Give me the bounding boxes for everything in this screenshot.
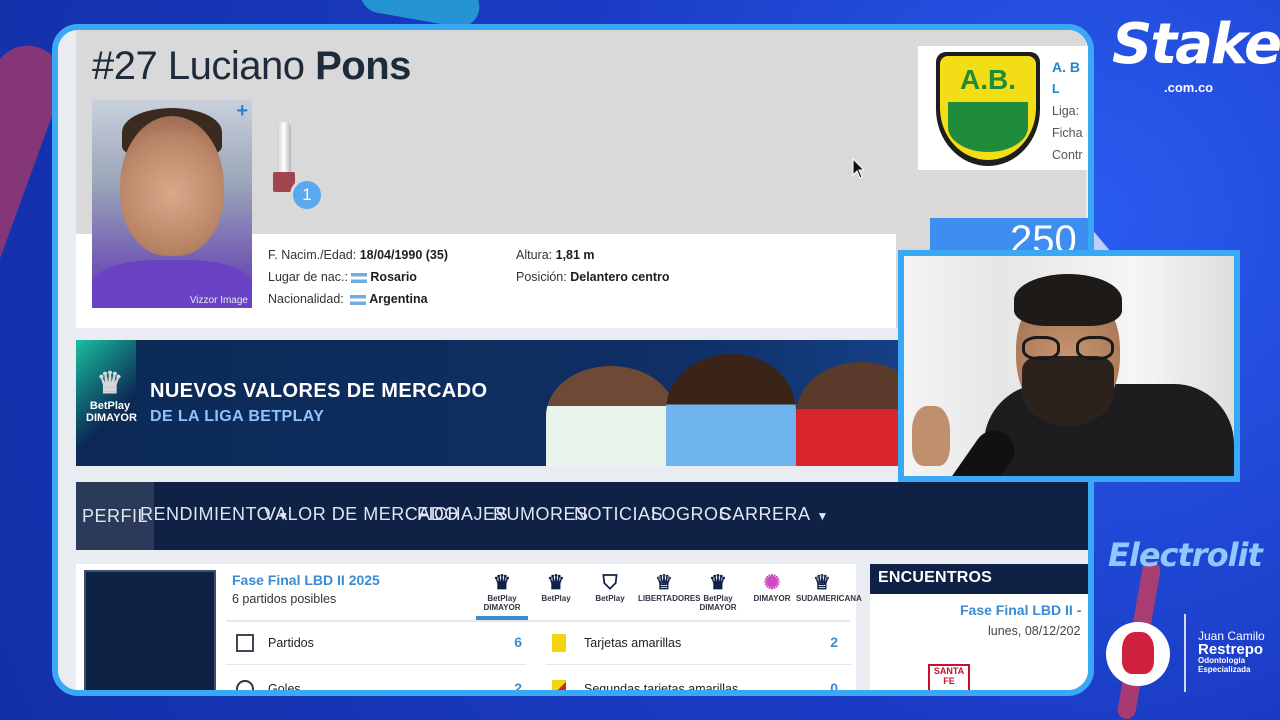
player-title: #27 Luciano Pons	[92, 44, 411, 89]
sponsor-juan-camilo-restrepo: Juan Camilo Restrepo Odontología Especia…	[1198, 629, 1265, 675]
dimayor-logo-icon: ✺	[763, 572, 781, 594]
club-card[interactable]: A.B. A. B L Liga: Ficha Contr	[918, 46, 1088, 170]
plus-icon[interactable]: +	[236, 100, 248, 123]
stat-partidos[interactable]: Partidos 6	[236, 634, 522, 656]
profile-navbar: PERFIL RENDIMIENTO ▼ VALOR DE MERCADO FIC…	[76, 482, 1088, 550]
argentina-flag-icon	[351, 272, 368, 283]
player-photo[interactable]: + Vizzor Image	[92, 100, 252, 308]
competition-tab[interactable]: ♛ BetPlay	[530, 572, 582, 603]
club-name[interactable]: A. B	[1052, 56, 1083, 78]
encuentros-card: ENCUENTROS Fase Final LBD II - lunes, 08…	[870, 564, 1088, 690]
liga-label: Liga:	[1052, 104, 1080, 118]
birthplace-label: Lugar de nac.:	[268, 270, 348, 284]
competition-tab[interactable]: ♛ BetPlay DIMAYOR	[476, 572, 528, 620]
betplay-logo-icon: ♛	[547, 572, 565, 594]
betplay-logo-icon: ♛	[493, 572, 511, 594]
ball-icon	[236, 680, 254, 690]
banner-players-image	[546, 354, 926, 466]
nationality-info: Nacionalidad: Argentina	[268, 292, 428, 306]
competition-tab[interactable]: ♕ LIBERTADORES	[638, 572, 701, 603]
stat-goles[interactable]: Goles 2	[236, 680, 522, 690]
tab-noticias[interactable]: NOTICIAS	[574, 504, 663, 525]
trophy-count-badge: 1	[290, 178, 324, 212]
betplay-logo: ♛ BetPlay DIMAYOR	[86, 367, 137, 425]
birthplace-info: Lugar de nac.: Rosario	[268, 270, 417, 284]
competition-title[interactable]: Fase Final LBD II 2025	[232, 572, 380, 588]
club-info: A. B L Liga: Ficha Contr	[1052, 56, 1083, 166]
stake-domain: .com.co	[1164, 80, 1214, 95]
competition-subtitle: 6 partidos posibles	[232, 592, 337, 606]
libertadores-trophy-icon: ♕	[655, 572, 673, 594]
pitch-icon	[236, 634, 254, 652]
club-league[interactable]: L	[1052, 78, 1083, 100]
competition-tab[interactable]: ♛ BetPlay DIMAYOR	[692, 572, 744, 612]
glasses-icon	[1022, 336, 1116, 360]
stat-tarjetas-amarillas[interactable]: Tarjetas amarillas 2	[552, 634, 838, 656]
nationality-label: Nacionalidad:	[268, 292, 344, 306]
banner-subheadline: DE LA LIGA BETPLAY	[150, 408, 325, 425]
birth-value: 18/04/1990 (35)	[359, 248, 448, 262]
height-label: Altura:	[516, 248, 553, 262]
competition-tab[interactable]: ♕ SUDAMERICANA	[796, 572, 862, 603]
height-info: Altura: 1,81 m	[516, 248, 595, 262]
competition-tab[interactable]: ✺ DIMAYOR	[746, 572, 798, 603]
encuentros-date: lunes, 08/12/202	[988, 624, 1081, 638]
contrato-label: Contr	[1052, 148, 1083, 162]
position-label: Posición:	[516, 270, 567, 284]
betplay-cup-icon: ⛉	[602, 572, 618, 594]
position-value: Delantero centro	[570, 270, 670, 284]
encuentros-header: ENCUENTROS	[870, 564, 1088, 594]
player-last-name: Pons	[315, 44, 411, 88]
team-crest-santa-fe[interactable]: SANTA FE	[928, 664, 970, 690]
position-info: Posición: Delantero centro	[516, 270, 670, 284]
second-yellow-card-icon	[552, 680, 566, 690]
birth-label: F. Nacim./Edad:	[268, 248, 357, 262]
yellow-card-icon	[552, 634, 566, 652]
encuentros-competition[interactable]: Fase Final LBD II -	[960, 602, 1081, 618]
stake-logo: Stake	[1112, 12, 1280, 77]
argentina-flag-icon	[350, 294, 367, 305]
club-crest-text: A.B.	[960, 64, 1016, 95]
photo-credit: Vizzor Image	[189, 295, 248, 306]
competition-tab[interactable]: ⛉ BetPlay	[584, 572, 636, 603]
webcam-overlay	[898, 250, 1240, 482]
performance-card: Fase Final LBD II 2025 6 partidos posibl…	[76, 564, 862, 690]
performance-image-placeholder	[84, 570, 216, 690]
competition-logo-tabs: ♛ BetPlay DIMAYOR ♛ BetPlay ⛉ BetPlay ♕ LIBE…	[476, 572, 862, 620]
player-number: #27	[92, 44, 158, 88]
caret-down-icon: ▼	[816, 509, 829, 523]
mouse-cursor-icon	[852, 158, 866, 179]
height-value: 1,81 m	[555, 248, 595, 262]
birth-info: F. Nacim./Edad: 18/04/1990 (35)	[268, 248, 448, 262]
banner-headline: NUEVOS VALORES DE MERCADO	[150, 380, 488, 402]
sudamericana-trophy-icon: ♕	[813, 572, 831, 594]
stat-segundas-amarillas[interactable]: Segundas tarjetas amarillas 0	[552, 680, 838, 690]
tab-carrera[interactable]: CARRERA ▼	[719, 504, 829, 525]
ficha-label: Ficha	[1052, 126, 1083, 140]
nationality-value: Argentina	[369, 292, 428, 306]
club-crest-icon[interactable]: A.B.	[936, 52, 1040, 166]
birthplace-value: Rosario	[370, 270, 417, 284]
player-first-name: Luciano	[167, 44, 305, 88]
tooth-logo-icon	[1106, 622, 1170, 686]
betplay-logo-icon: ♛	[709, 572, 727, 594]
electrolit-logo: Electrolit	[1108, 536, 1263, 574]
